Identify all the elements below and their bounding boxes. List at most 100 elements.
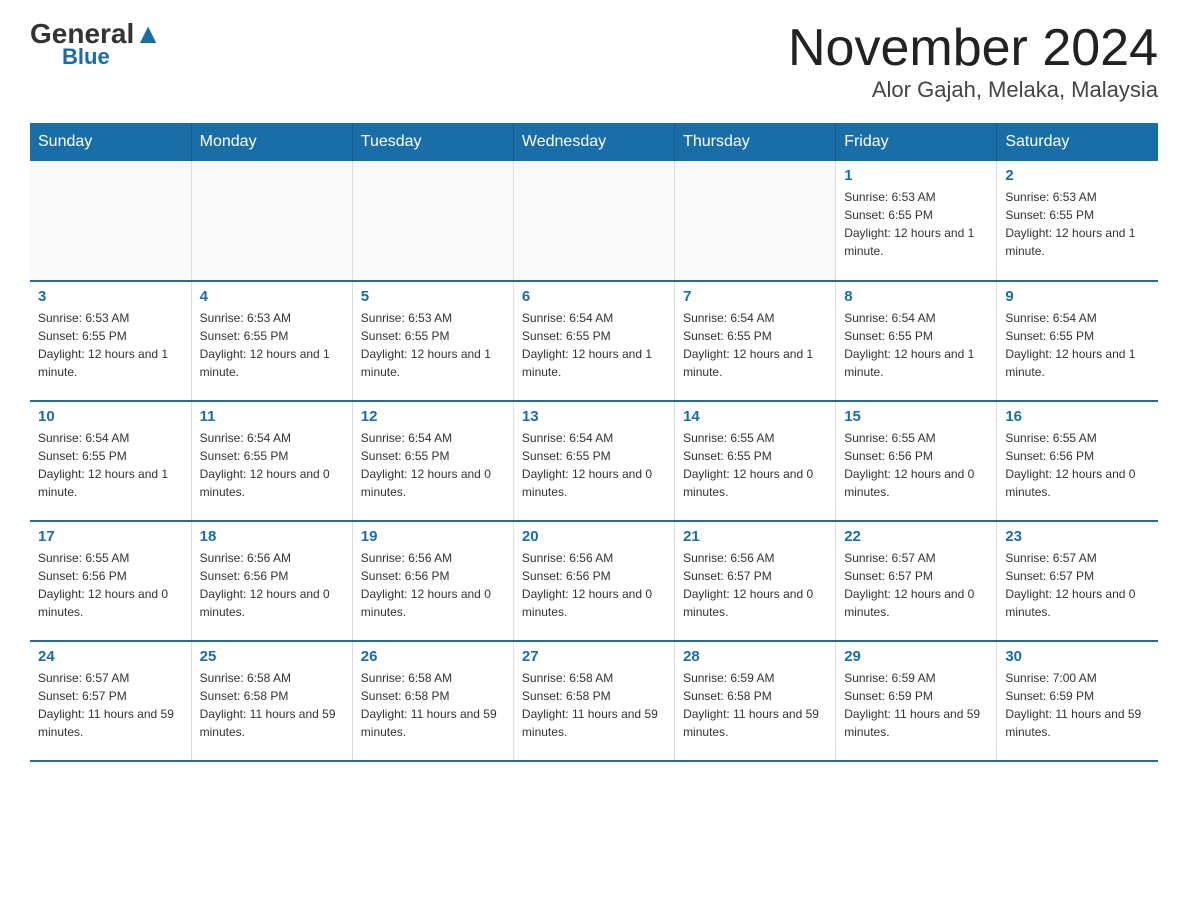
day-info: Sunrise: 6:53 AMSunset: 6:55 PMDaylight:… <box>844 188 988 260</box>
col-saturday: Saturday <box>997 123 1158 161</box>
day-number: 18 <box>200 528 344 545</box>
day-info: Sunrise: 6:59 AMSunset: 6:58 PMDaylight:… <box>683 669 827 741</box>
day-number: 22 <box>844 528 988 545</box>
table-row: 16 Sunrise: 6:55 AMSunset: 6:56 PMDayligh… <box>997 401 1158 521</box>
day-info: Sunrise: 6:54 AMSunset: 6:55 PMDaylight:… <box>361 429 505 501</box>
table-row: 12 Sunrise: 6:54 AMSunset: 6:55 PMDayligh… <box>352 401 513 521</box>
day-info: Sunrise: 6:57 AMSunset: 6:57 PMDaylight:… <box>38 669 183 741</box>
day-number: 4 <box>200 288 344 305</box>
day-info: Sunrise: 6:56 AMSunset: 6:56 PMDaylight:… <box>200 549 344 621</box>
table-row: 26Sunrise: 6:58 AMSunset: 6:58 PMDayligh… <box>352 641 513 761</box>
day-number: 6 <box>522 288 666 305</box>
day-number: 10 <box>38 408 183 425</box>
table-row: 18 Sunrise: 6:56 AMSunset: 6:56 PMDayligh… <box>191 521 352 641</box>
table-row: 17Sunrise: 6:55 AMSunset: 6:56 PMDayligh… <box>30 521 191 641</box>
table-row: 20 Sunrise: 6:56 AMSunset: 6:56 PMDayligh… <box>513 521 674 641</box>
day-info: Sunrise: 6:56 AMSunset: 6:56 PMDaylight:… <box>522 549 666 621</box>
day-info: Sunrise: 6:55 AMSunset: 6:55 PMDaylight:… <box>683 429 827 501</box>
table-row: 6Sunrise: 6:54 AMSunset: 6:55 PMDaylight… <box>513 281 674 401</box>
day-info: Sunrise: 6:54 AMSunset: 6:55 PMDaylight:… <box>38 429 183 501</box>
day-number: 29 <box>844 648 988 665</box>
day-number: 7 <box>683 288 827 305</box>
table-row: 11 Sunrise: 6:54 AMSunset: 6:55 PMDayligh… <box>191 401 352 521</box>
col-sunday: Sunday <box>30 123 191 161</box>
day-number: 5 <box>361 288 505 305</box>
table-row: 30 Sunrise: 7:00 AMSunset: 6:59 PMDayligh… <box>997 641 1158 761</box>
day-info: Sunrise: 6:55 AMSunset: 6:56 PMDaylight:… <box>844 429 988 501</box>
page-header: General▲ Blue November 2024 Alor Gajah, … <box>30 20 1158 103</box>
table-row: 15 Sunrise: 6:55 AMSunset: 6:56 PMDayligh… <box>836 401 997 521</box>
table-row: 8 Sunrise: 6:54 AMSunset: 6:55 PMDaylight… <box>836 281 997 401</box>
table-row: 21 Sunrise: 6:56 AMSunset: 6:57 PMDayligh… <box>675 521 836 641</box>
calendar-week-row: 1 Sunrise: 6:53 AMSunset: 6:55 PMDaylight… <box>30 161 1158 281</box>
day-number: 3 <box>38 288 183 305</box>
table-row <box>675 161 836 281</box>
day-number: 12 <box>361 408 505 425</box>
day-info: Sunrise: 6:56 AMSunset: 6:57 PMDaylight:… <box>683 549 827 621</box>
day-number: 19 <box>361 528 505 545</box>
table-row: 10 Sunrise: 6:54 AMSunset: 6:55 PMDayligh… <box>30 401 191 521</box>
day-number: 21 <box>683 528 827 545</box>
day-number: 1 <box>844 167 988 184</box>
table-row: 1 Sunrise: 6:53 AMSunset: 6:55 PMDaylight… <box>836 161 997 281</box>
day-info: Sunrise: 6:54 AMSunset: 6:55 PMDaylight:… <box>844 309 988 381</box>
table-row: 13 Sunrise: 6:54 AMSunset: 6:55 PMDayligh… <box>513 401 674 521</box>
day-info: Sunrise: 6:54 AMSunset: 6:55 PMDaylight:… <box>200 429 344 501</box>
table-row <box>513 161 674 281</box>
day-info: Sunrise: 7:00 AMSunset: 6:59 PMDaylight:… <box>1005 669 1150 741</box>
col-monday: Monday <box>191 123 352 161</box>
day-info: Sunrise: 6:55 AMSunset: 6:56 PMDaylight:… <box>1005 429 1150 501</box>
day-info: Sunrise: 6:57 AMSunset: 6:57 PMDaylight:… <box>844 549 988 621</box>
table-row <box>30 161 191 281</box>
day-info: Sunrise: 6:59 AMSunset: 6:59 PMDaylight:… <box>844 669 988 741</box>
calendar-table: Sunday Monday Tuesday Wednesday Thursday… <box>30 123 1158 762</box>
location-text: Alor Gajah, Melaka, Malaysia <box>788 77 1158 103</box>
table-row: 4 Sunrise: 6:53 AMSunset: 6:55 PMDaylight… <box>191 281 352 401</box>
day-number: 11 <box>200 408 344 425</box>
day-number: 20 <box>522 528 666 545</box>
day-number: 2 <box>1005 167 1150 184</box>
table-row: 28 Sunrise: 6:59 AMSunset: 6:58 PMDayligh… <box>675 641 836 761</box>
table-row: 19 Sunrise: 6:56 AMSunset: 6:56 PMDayligh… <box>352 521 513 641</box>
day-number: 27 <box>522 648 666 665</box>
day-info: Sunrise: 6:58 AMSunset: 6:58 PMDaylight:… <box>200 669 344 741</box>
day-info: Sunrise: 6:53 AMSunset: 6:55 PMDaylight:… <box>200 309 344 381</box>
logo-blue-text: Blue <box>62 44 110 70</box>
day-number: 8 <box>844 288 988 305</box>
table-row: 23Sunrise: 6:57 AMSunset: 6:57 PMDayligh… <box>997 521 1158 641</box>
calendar-week-row: 3 Sunrise: 6:53 AMSunset: 6:55 PMDaylight… <box>30 281 1158 401</box>
table-row: 24Sunrise: 6:57 AMSunset: 6:57 PMDayligh… <box>30 641 191 761</box>
day-number: 13 <box>522 408 666 425</box>
table-row: 25 Sunrise: 6:58 AMSunset: 6:58 PMDayligh… <box>191 641 352 761</box>
day-info: Sunrise: 6:53 AMSunset: 6:55 PMDaylight:… <box>1005 188 1150 260</box>
col-tuesday: Tuesday <box>352 123 513 161</box>
day-number: 25 <box>200 648 344 665</box>
calendar-week-row: 24Sunrise: 6:57 AMSunset: 6:57 PMDayligh… <box>30 641 1158 761</box>
day-number: 28 <box>683 648 827 665</box>
calendar-week-row: 17Sunrise: 6:55 AMSunset: 6:56 PMDayligh… <box>30 521 1158 641</box>
day-info: Sunrise: 6:53 AMSunset: 6:55 PMDaylight:… <box>361 309 505 381</box>
day-info: Sunrise: 6:54 AMSunset: 6:55 PMDaylight:… <box>1005 309 1150 381</box>
day-number: 14 <box>683 408 827 425</box>
table-row: 14 Sunrise: 6:55 AMSunset: 6:55 PMDayligh… <box>675 401 836 521</box>
table-row: 29 Sunrise: 6:59 AMSunset: 6:59 PMDayligh… <box>836 641 997 761</box>
day-info: Sunrise: 6:54 AMSunset: 6:55 PMDaylight:… <box>522 429 666 501</box>
col-wednesday: Wednesday <box>513 123 674 161</box>
calendar-header-row: Sunday Monday Tuesday Wednesday Thursday… <box>30 123 1158 161</box>
table-row: 22 Sunrise: 6:57 AMSunset: 6:57 PMDayligh… <box>836 521 997 641</box>
table-row: 5 Sunrise: 6:53 AMSunset: 6:55 PMDaylight… <box>352 281 513 401</box>
day-number: 9 <box>1005 288 1150 305</box>
day-info: Sunrise: 6:58 AMSunset: 6:58 PMDaylight:… <box>361 669 505 741</box>
table-row: 7Sunrise: 6:54 AMSunset: 6:55 PMDaylight… <box>675 281 836 401</box>
table-row: 27 Sunrise: 6:58 AMSunset: 6:58 PMDayligh… <box>513 641 674 761</box>
day-info: Sunrise: 6:58 AMSunset: 6:58 PMDaylight:… <box>522 669 666 741</box>
calendar-week-row: 10 Sunrise: 6:54 AMSunset: 6:55 PMDayligh… <box>30 401 1158 521</box>
day-info: Sunrise: 6:55 AMSunset: 6:56 PMDaylight:… <box>38 549 183 621</box>
table-row: 9 Sunrise: 6:54 AMSunset: 6:55 PMDaylight… <box>997 281 1158 401</box>
day-number: 30 <box>1005 648 1150 665</box>
table-row: 2 Sunrise: 6:53 AMSunset: 6:55 PMDaylight… <box>997 161 1158 281</box>
table-row <box>352 161 513 281</box>
day-number: 16 <box>1005 408 1150 425</box>
day-number: 15 <box>844 408 988 425</box>
day-info: Sunrise: 6:56 AMSunset: 6:56 PMDaylight:… <box>361 549 505 621</box>
